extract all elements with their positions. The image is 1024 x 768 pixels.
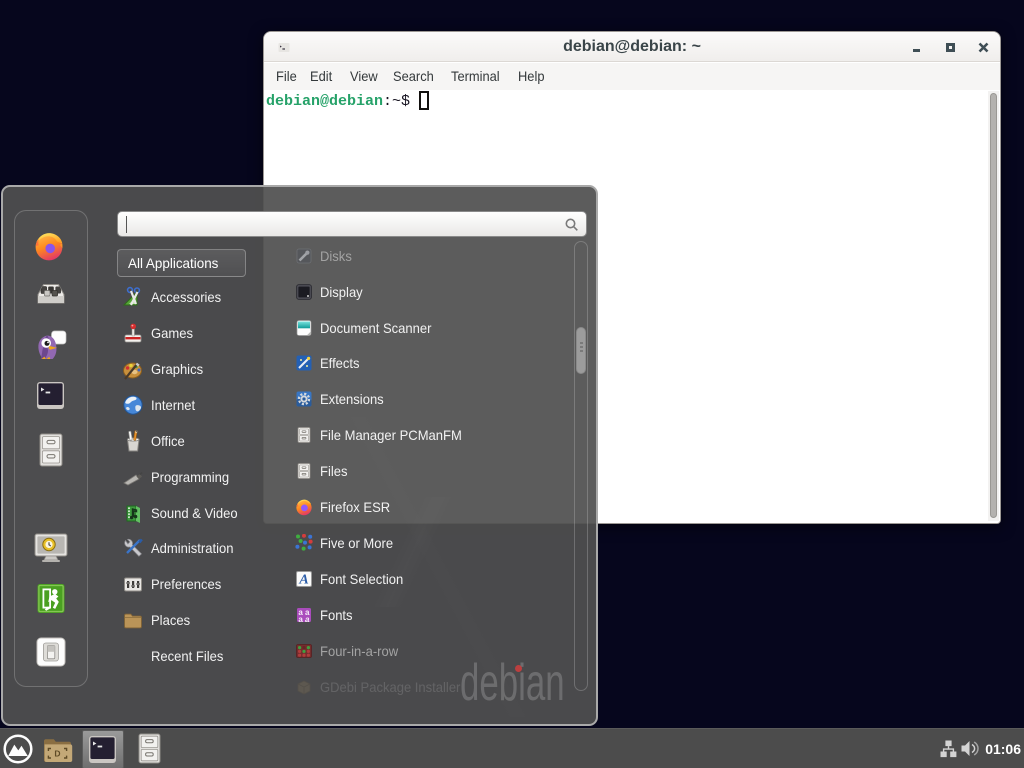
svg-text:a: a [305, 615, 310, 624]
svg-text:a: a [298, 615, 303, 624]
svg-text:D: D [54, 748, 60, 758]
svg-text:A: A [298, 572, 308, 587]
